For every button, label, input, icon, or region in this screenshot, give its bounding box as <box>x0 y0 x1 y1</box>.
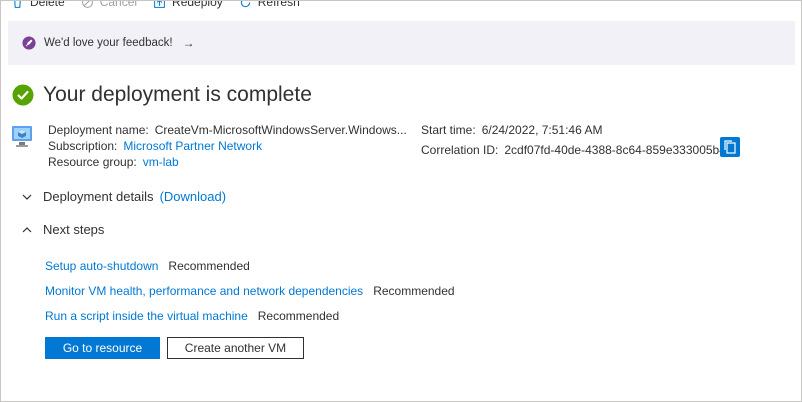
go-to-resource-button[interactable]: Go to resource <box>45 337 160 359</box>
trash-icon <box>14 1 21 8</box>
page-title: Your deployment is complete <box>43 83 312 106</box>
list-item: Run a script inside the virtual machine … <box>45 303 455 328</box>
setup-auto-shutdown-link[interactable]: Setup auto-shutdown <box>45 259 158 273</box>
redeploy-button[interactable]: Redeploy <box>153 0 223 9</box>
feedback-text[interactable]: We'd love your feedback! <box>44 37 173 49</box>
deployment-name-value: CreateVm-MicrosoftWindowsServer.Windows.… <box>154 123 407 137</box>
deployment-name-label: Deployment name: <box>48 123 149 137</box>
run-script-link[interactable]: Run a script inside the virtual machine <box>45 309 248 323</box>
command-bar: Delete Cancel Redeploy Refresh <box>11 0 300 10</box>
deployment-overview-panel: Delete Cancel Redeploy Refresh We'd love… <box>0 0 802 402</box>
create-another-vm-button[interactable]: Create another VM <box>167 337 304 359</box>
subscription-label: Subscription: <box>48 139 118 153</box>
next-steps-label: Next steps <box>43 222 105 237</box>
refresh-label: Refresh <box>257 0 300 9</box>
copy-correlation-button[interactable] <box>720 137 740 157</box>
start-time-value: 6/24/2022, 7:51:46 AM <box>481 123 603 137</box>
delete-label: Delete <box>30 0 65 9</box>
list-item: Setup auto-shutdown Recommended <box>45 253 455 278</box>
deployment-timing-info: Start time: 6/24/2022, 7:51:46 AM Correl… <box>421 122 726 158</box>
refresh-button[interactable]: Refresh <box>239 0 300 9</box>
correlation-id-value: 2cdf07fd-40de-4388-8c64-859e333005b4 <box>504 143 726 157</box>
subscription-link[interactable]: Microsoft Partner Network <box>123 138 262 154</box>
recommended-tag: Recommended <box>373 283 455 298</box>
copy-icon <box>724 140 736 154</box>
deployment-details-toggle[interactable]: Deployment details (Download) <box>21 189 226 204</box>
download-link[interactable]: (Download) <box>160 189 226 204</box>
chevron-up-icon <box>22 226 32 232</box>
recommended-tag: Recommended <box>257 308 340 323</box>
cancel-icon <box>81 1 93 8</box>
resource-group-link[interactable]: vm-lab <box>143 154 179 170</box>
cancel-button[interactable]: Cancel <box>81 0 138 9</box>
refresh-icon <box>240 1 250 7</box>
deployment-status: Your deployment is complete <box>12 83 312 107</box>
list-item: Monitor VM health, performance and netwo… <box>45 278 455 303</box>
success-check-icon <box>12 84 34 106</box>
cancel-label: Cancel <box>99 0 138 9</box>
resource-group-label: Resource group: <box>48 155 137 169</box>
delete-button[interactable]: Delete <box>11 0 65 9</box>
deployment-details-label: Deployment details <box>43 189 154 204</box>
deployment-info: Deployment name: CreateVm-MicrosoftWindo… <box>48 122 407 170</box>
feedback-banner[interactable]: We'd love your feedback! → <box>8 21 795 65</box>
monitor-vm-health-link[interactable]: Monitor VM health, performance and netwo… <box>45 284 363 298</box>
start-time-label: Start time: <box>421 123 476 137</box>
virtual-machine-icon <box>12 126 32 147</box>
next-steps-toggle[interactable]: Next steps <box>21 222 104 237</box>
next-steps-list: Setup auto-shutdown Recommended Monitor … <box>45 253 455 328</box>
correlation-id-label: Correlation ID: <box>421 143 499 157</box>
upload-icon <box>154 1 165 8</box>
chevron-down-icon <box>22 194 32 200</box>
rocket-icon <box>22 36 36 50</box>
recommended-tag: Recommended <box>168 258 250 273</box>
redeploy-label: Redeploy <box>172 0 223 9</box>
arrow-right-icon[interactable]: → <box>183 36 195 50</box>
